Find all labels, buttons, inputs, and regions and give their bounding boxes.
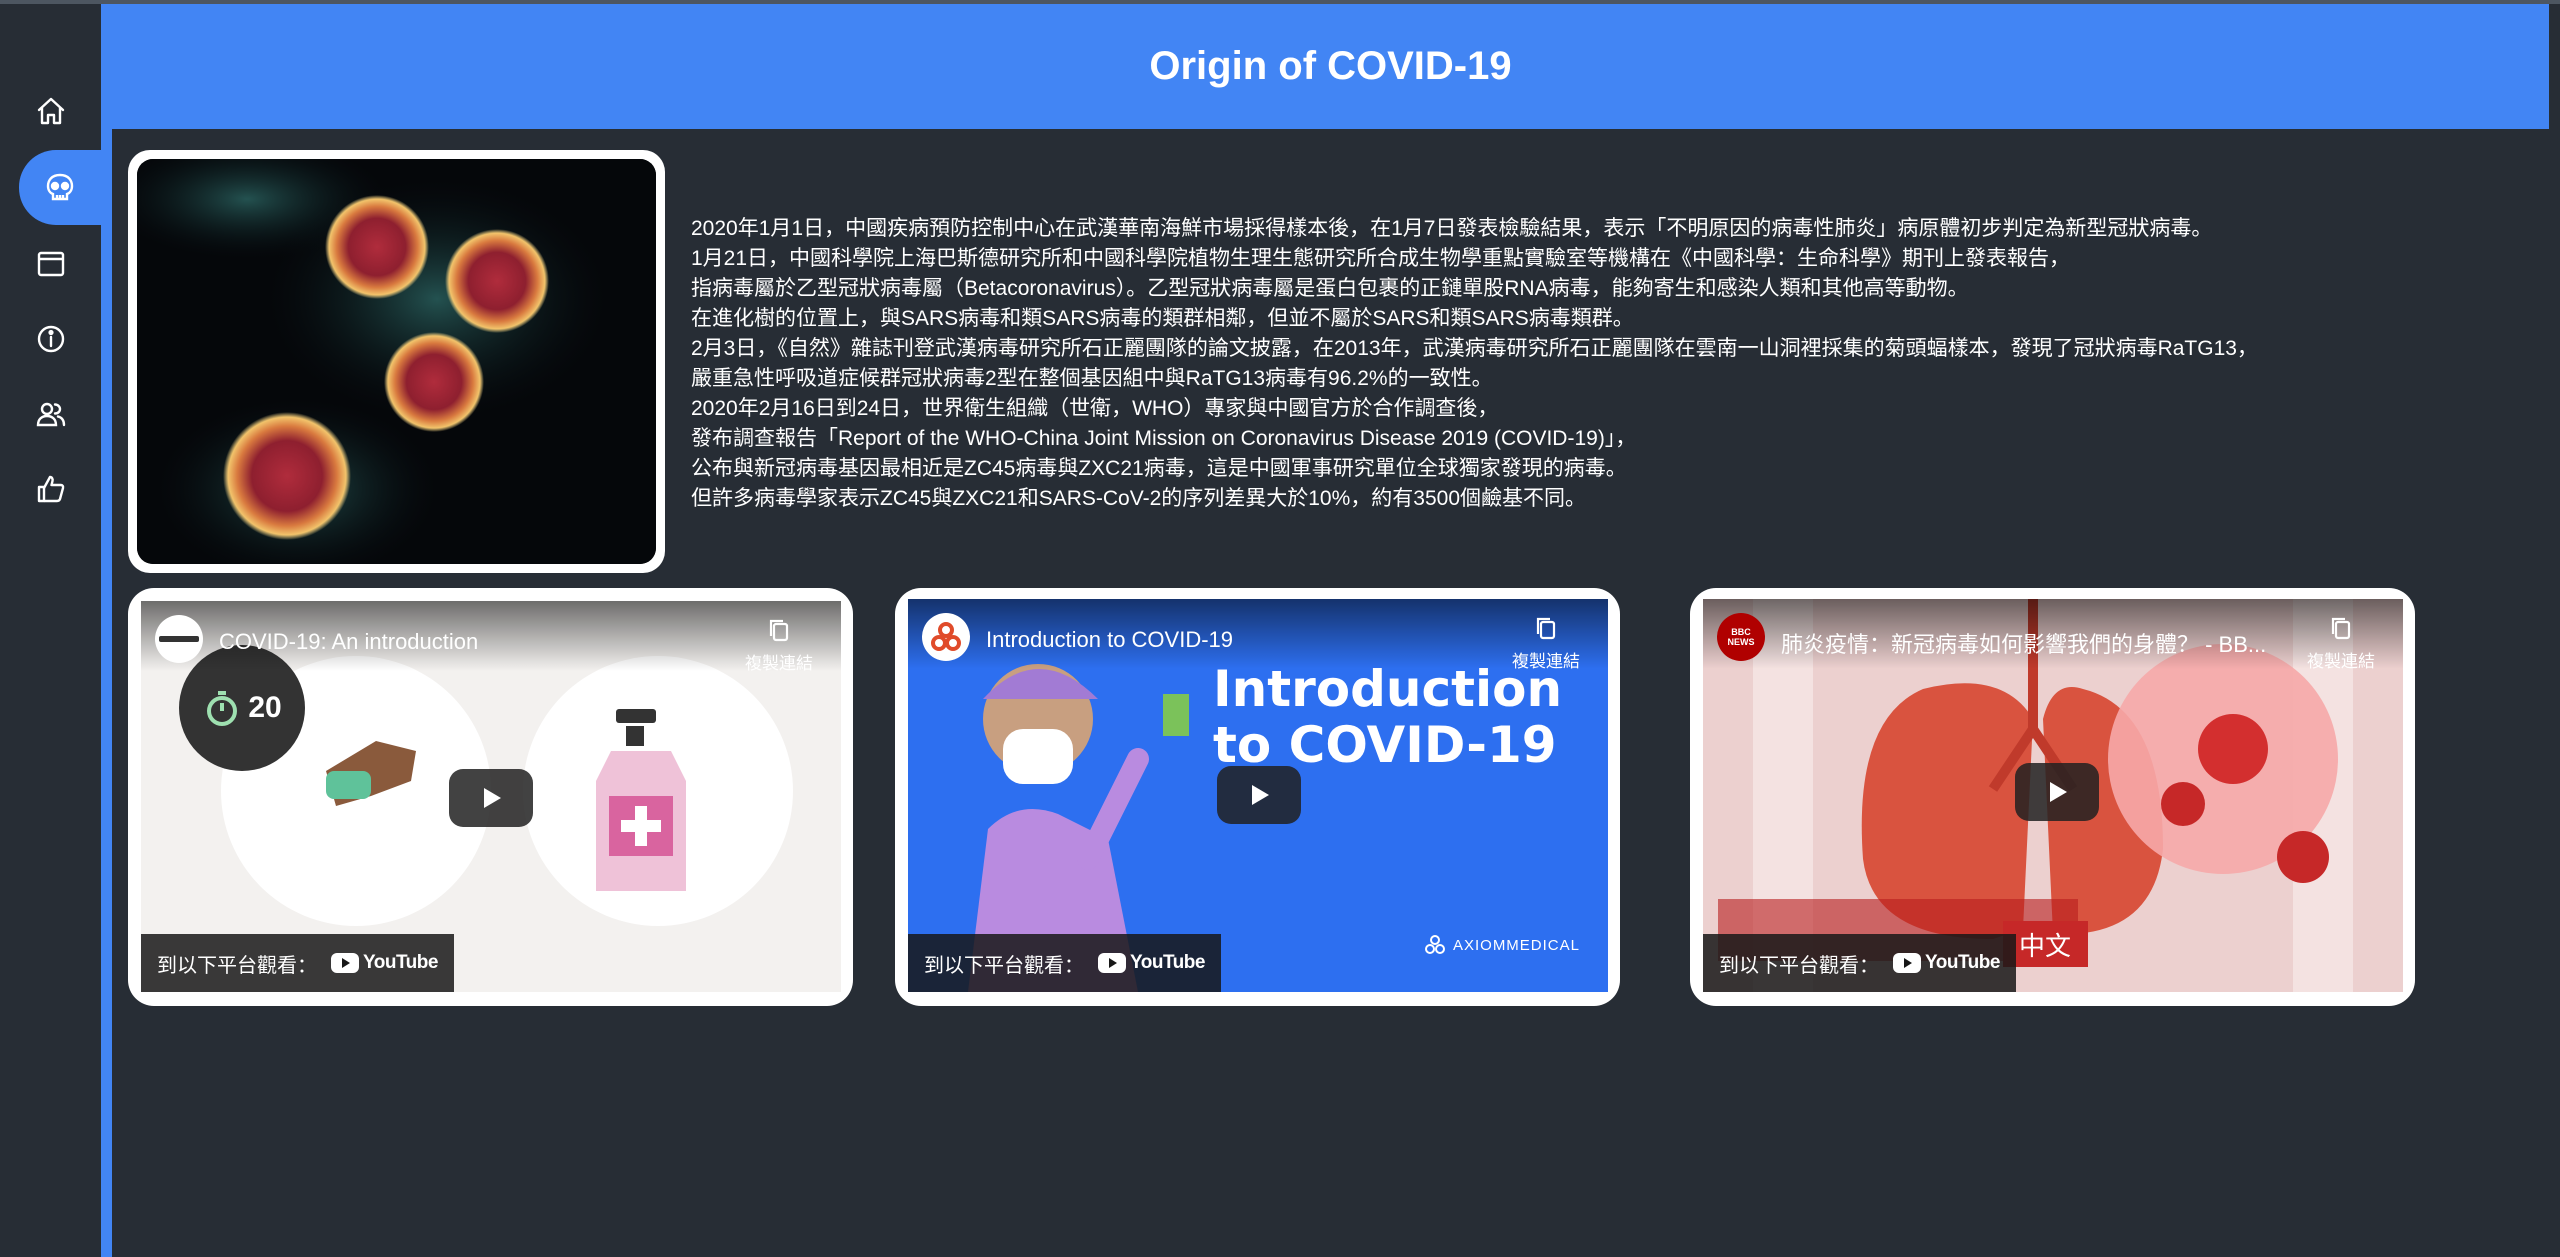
video-player-2[interactable]: Introduction to COVID-19 AXIOMMEDICAL In… [908, 599, 1608, 992]
thumbnail-heading-line-2: to COVID-19 [1213, 716, 1557, 774]
watch-on-youtube-button[interactable]: 到以下平台觀看： YouTube [908, 934, 1221, 992]
copy-link-label: 複製連結 [745, 654, 813, 673]
watch-on-youtube-button[interactable]: 到以下平台觀看： YouTube [141, 934, 454, 992]
video-card-1: 20 COVID-19: An introduction 複製連結 到以下平台觀… [128, 588, 853, 1006]
copy-icon [2331, 617, 2351, 640]
video-player-3[interactable]: 中文 BBC NEWS 肺炎疫情：新冠病毒如何影響我們的身體？ - BB... … [1703, 599, 2403, 992]
copy-link-label: 複製連結 [2307, 652, 2375, 671]
video-title[interactable]: COVID-19: An introduction [219, 629, 478, 655]
article-line: 2020年1月1日，中國疾病預防控制中心在武漢華南海鮮市場採得樣本後，在1月7日… [691, 217, 2213, 240]
sidebar-item-home[interactable] [0, 73, 101, 148]
youtube-logo: YouTube [1098, 952, 1205, 974]
copy-link-button[interactable]: 複製連結 [1506, 615, 1586, 672]
sidebar-item-window[interactable] [0, 226, 101, 301]
channel-logo[interactable]: BBC NEWS [1717, 613, 1765, 661]
platform-name: YouTube [1130, 952, 1205, 973]
channel-logo[interactable] [155, 615, 203, 663]
youtube-play-icon [1893, 953, 1921, 973]
article-line: 2月3日，《自然》雜誌刊登武漢病毒研究所石正麗團隊的論文披露，在2013年，武漢… [691, 337, 2258, 360]
virus-micrograph [137, 159, 656, 564]
copy-icon [1536, 617, 1556, 640]
language-badge: 中文 [2018, 931, 2071, 961]
virus-image-card [128, 150, 665, 573]
thumbs-up-icon [37, 475, 64, 502]
window-icon [37, 251, 64, 276]
channel-logo-mark [931, 622, 961, 651]
watch-on-label: 到以下平台觀看： [1719, 954, 1879, 977]
article-line: 但許多病毒學家表示ZC45與ZXC21和SARS-CoV-2的序列差異大於10%… [691, 487, 1586, 510]
stopwatch-icon [207, 691, 238, 726]
copy-icon [769, 619, 789, 642]
youtube-play-icon [331, 953, 359, 973]
youtube-play-icon [1098, 953, 1126, 973]
channel-logo[interactable] [922, 613, 970, 661]
sidebar-item-info[interactable] [0, 301, 101, 376]
copy-link-button[interactable]: 複製連結 [2301, 615, 2381, 672]
users-icon [36, 402, 65, 426]
play-icon [484, 788, 501, 808]
play-button[interactable] [2015, 763, 2099, 821]
article-line: 指病毒屬於乙型冠狀病毒屬（Betacoronavirus）。乙型冠狀病毒屬是蛋白… [691, 277, 1969, 300]
video-title[interactable]: Introduction to COVID-19 [986, 627, 1233, 653]
video-title[interactable]: 肺炎疫情：新冠病毒如何影響我們的身體？ - BB... [1781, 627, 2266, 659]
page-title: Origin of COVID-19 [1149, 44, 1512, 88]
youtube-logo: YouTube [331, 952, 438, 974]
watch-on-youtube-button[interactable]: 到以下平台觀看： YouTube [1703, 934, 2016, 992]
play-button[interactable] [449, 769, 533, 827]
sidebar-item-users[interactable] [0, 376, 101, 451]
sidebar-item-feedback[interactable] [0, 451, 101, 526]
sidebar [0, 4, 101, 1257]
axiom-logo-icon [1424, 935, 1445, 954]
timer-text: 20 [248, 691, 282, 724]
watch-on-label: 到以下平台觀看： [924, 954, 1084, 977]
channel-name: BBC NEWS [1727, 627, 1755, 647]
info-icon [37, 325, 64, 352]
page-header: Origin of COVID-19 [112, 4, 2549, 129]
thumbnail-heading: Introduction to COVID-19 [1213, 661, 1562, 773]
play-icon [2050, 782, 2067, 802]
channel-logo-mark [159, 636, 199, 642]
brand-logo: AXIOMMEDICAL [1423, 933, 1580, 957]
platform-name: YouTube [1925, 952, 2000, 973]
article-line: 嚴重急性呼吸道症候群冠狀病毒2型在整個基因組中與RaTG13病毒有96.2%的一… [691, 367, 1493, 390]
article-line: 公布與新冠病毒基因最相近是ZC45病毒與ZXC21病毒，這是中國軍事研究單位全球… [691, 457, 1627, 480]
sidebar-accent-strip [101, 4, 112, 1257]
article-line: 在進化樹的位置上，與SARS病毒和類SARS病毒的類群相鄰，但並不屬於SARS和… [691, 307, 1634, 330]
sidebar-item-origin[interactable] [19, 150, 101, 225]
article-line: 1月21日，中國科學院上海巴斯德研究所和中國科學院植物生理生態研究所合成生物學重… [691, 247, 2071, 270]
origin-article: 2020年1月1日，中國疾病預防控制中心在武漢華南海鮮市場採得樣本後，在1月7日… [691, 214, 2411, 514]
home-icon [37, 97, 64, 124]
play-icon [1252, 785, 1269, 805]
video-card-2: Introduction to COVID-19 AXIOMMEDICAL In… [895, 588, 1620, 1006]
play-button[interactable] [1217, 766, 1301, 824]
article-line: 發布調查報告「Report of the WHO-China Joint Mis… [691, 427, 1637, 450]
copy-link-label: 複製連結 [1512, 652, 1580, 671]
youtube-logo: YouTube [1893, 952, 2000, 974]
virus-skull-icon [46, 173, 74, 200]
virus-micrograph-image [137, 159, 656, 564]
copy-link-button[interactable]: 複製連結 [739, 617, 819, 674]
brand-name: AXIOMMEDICAL [1452, 936, 1580, 954]
platform-name: YouTube [363, 952, 438, 973]
watch-on-label: 到以下平台觀看： [157, 954, 317, 977]
video-card-3: 中文 BBC NEWS 肺炎疫情：新冠病毒如何影響我們的身體？ - BB... … [1690, 588, 2415, 1006]
video-player-1[interactable]: 20 COVID-19: An introduction 複製連結 到以下平台觀… [141, 601, 841, 992]
article-line: 2020年2月16日到24日，世界衛生組織（世衛，WHO）專家與中國官方於合作調… [691, 397, 1499, 420]
